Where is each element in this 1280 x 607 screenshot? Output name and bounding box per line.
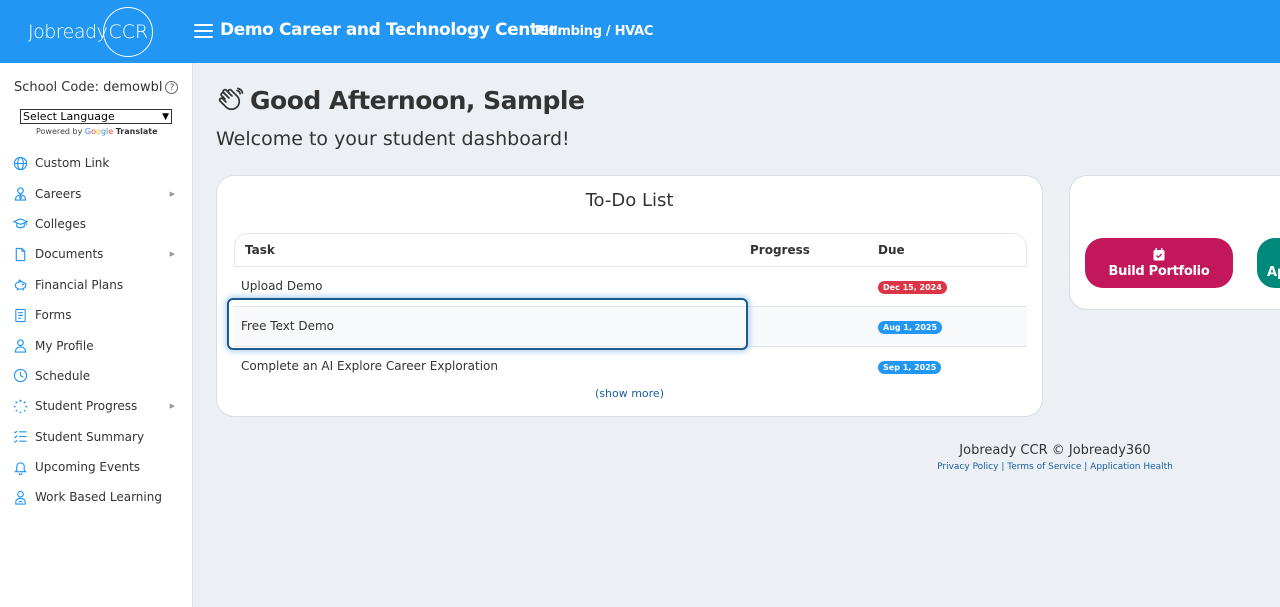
application-health-link[interactable]: Application Health	[1090, 462, 1173, 472]
due-date-badge: Sep 1, 2025	[878, 361, 942, 374]
sidebar-item-custom-link[interactable]: Custom Link	[0, 148, 192, 178]
sidebar-item-label: Careers	[35, 186, 82, 201]
hamburger-menu-icon[interactable]	[194, 24, 213, 40]
table-row[interactable]: Free Text Demo Aug 1, 2025	[234, 306, 1027, 346]
task-name[interactable]: Complete an AI Explore Career Exploratio…	[241, 359, 498, 373]
sidebar-item-label: My Profile	[35, 338, 94, 353]
language-select-value: Select Language	[23, 110, 115, 123]
sidebar-item-work-based-learning[interactable]: Work Based Learning	[0, 482, 192, 512]
sidebar-item-upcoming-events[interactable]: Upcoming Events	[0, 452, 192, 482]
build-portfolio-button[interactable]: Build Portfolio	[1085, 238, 1233, 288]
sidebar-item-schedule[interactable]: Schedule	[0, 361, 192, 391]
todo-table-header: Task Progress Due	[234, 233, 1027, 266]
sidebar-item-colleges[interactable]: Colleges	[0, 209, 192, 239]
list-check-icon	[12, 429, 28, 445]
translate-link[interactable]: Translate	[116, 127, 158, 136]
user-icon	[12, 338, 28, 354]
greeting-heading: Good Afternoon, Sample	[216, 86, 585, 115]
bell-icon	[12, 459, 28, 475]
sidebar-item-label: Student Progress	[35, 399, 138, 414]
spinner-icon	[12, 398, 28, 414]
task-name[interactable]: Upload Demo	[241, 279, 323, 293]
chevron-down-icon: ▼	[162, 111, 169, 122]
footer-links: Privacy Policy | Terms of Service | Appl…	[937, 462, 1173, 472]
sidebar-item-student-summary[interactable]: Student Summary	[0, 422, 192, 452]
table-row[interactable]: Upload Demo Dec 15, 2024	[234, 266, 1027, 306]
sidebar-item-label: Financial Plans	[35, 277, 124, 292]
jobready-logo[interactable]: Jobready CCR	[28, 7, 154, 57]
file-icon	[12, 246, 28, 262]
language-select[interactable]: Select Language ▼	[20, 109, 172, 124]
caret-right-icon: ▶	[169, 250, 175, 259]
sidebar-item-label: Colleges	[35, 216, 87, 231]
sidebar-item-label: Forms	[35, 308, 72, 323]
caret-right-icon: ▶	[169, 189, 175, 198]
sidebar-item-careers[interactable]: Careers ▶	[0, 178, 192, 208]
apply-button-label: Ap	[1267, 264, 1280, 280]
sidebar-item-financial-plans[interactable]: Financial Plans	[0, 270, 192, 300]
sidebar-item-label: Upcoming Events	[35, 460, 141, 475]
show-more-link[interactable]: (show more)	[217, 387, 1042, 400]
welcome-text: Welcome to your student dashboard!	[216, 128, 570, 150]
sidebar-item-my-profile[interactable]: My Profile	[0, 330, 192, 360]
clock-icon	[12, 368, 28, 384]
logo-text: Jobready	[28, 21, 108, 43]
graduation-cap-icon	[12, 216, 28, 232]
sidebar-item-label: Student Summary	[35, 429, 145, 444]
org-title: Demo Career and Technology Center	[220, 20, 557, 40]
privacy-policy-link[interactable]: Privacy Policy	[937, 462, 998, 472]
todo-list-title: To-Do List	[585, 190, 674, 211]
sidebar-item-documents[interactable]: Documents ▶	[0, 239, 192, 269]
school-code: School Code: demowbl ?	[14, 80, 179, 95]
terms-of-service-link[interactable]: Terms of Service	[1007, 462, 1081, 472]
piggy-bank-icon	[12, 277, 28, 293]
google-logo[interactable]: Google	[85, 127, 113, 136]
program-name: Plumbing / HVAC	[535, 24, 654, 39]
school-code-text: School Code: demowbl	[14, 80, 163, 95]
copyright: Jobready CCR © Jobready360	[959, 443, 1151, 458]
task-name[interactable]: Free Text Demo	[241, 319, 334, 333]
sidebar-nav: Custom Link Careers ▶ Colleges Documents…	[0, 148, 192, 513]
powered-by-text: Powered by	[36, 127, 83, 136]
sidebar-item-forms[interactable]: Forms	[0, 300, 192, 330]
greeting-text: Good Afternoon, Sample	[250, 86, 585, 115]
sidebar-item-student-progress[interactable]: Student Progress ▶	[0, 391, 192, 421]
due-date-badge: Dec 15, 2024	[878, 281, 947, 294]
sidebar-item-label: Schedule	[35, 368, 91, 383]
caret-right-icon: ▶	[169, 402, 175, 411]
due-date-badge: Aug 1, 2025	[878, 321, 943, 334]
footer: Jobready CCR © Jobready360 Privacy Polic…	[900, 443, 1210, 472]
sidebar-item-label: Custom Link	[35, 156, 110, 171]
sidebar: School Code: demowbl ? Select Language ▼…	[0, 63, 193, 607]
user-badge-icon	[12, 489, 28, 505]
user-tie-icon	[12, 186, 28, 202]
top-bar: Jobready CCR Demo Career and Technology …	[0, 0, 1280, 63]
todo-list-card: To-Do List Task Progress Due Upload Demo…	[216, 175, 1043, 417]
column-header-due[interactable]: Due	[878, 243, 905, 257]
column-header-task[interactable]: Task	[245, 243, 275, 257]
logo-circle: CCR	[103, 7, 154, 57]
sidebar-item-label: Work Based Learning	[35, 490, 162, 505]
apply-button[interactable]: Ap	[1257, 238, 1280, 288]
sidebar-item-label: Documents	[35, 247, 104, 262]
form-icon	[12, 307, 28, 323]
google-translate-credit: Powered by Google Translate	[36, 127, 158, 136]
waving-hand-icon	[218, 87, 244, 110]
question-circle-icon[interactable]: ?	[165, 81, 179, 94]
table-row[interactable]: Complete an AI Explore Career Exploratio…	[234, 346, 1027, 386]
globe-icon	[12, 155, 28, 171]
column-header-progress[interactable]: Progress	[750, 243, 810, 257]
calendar-check-icon	[1153, 247, 1165, 260]
build-portfolio-label: Build Portfolio	[1108, 263, 1210, 279]
